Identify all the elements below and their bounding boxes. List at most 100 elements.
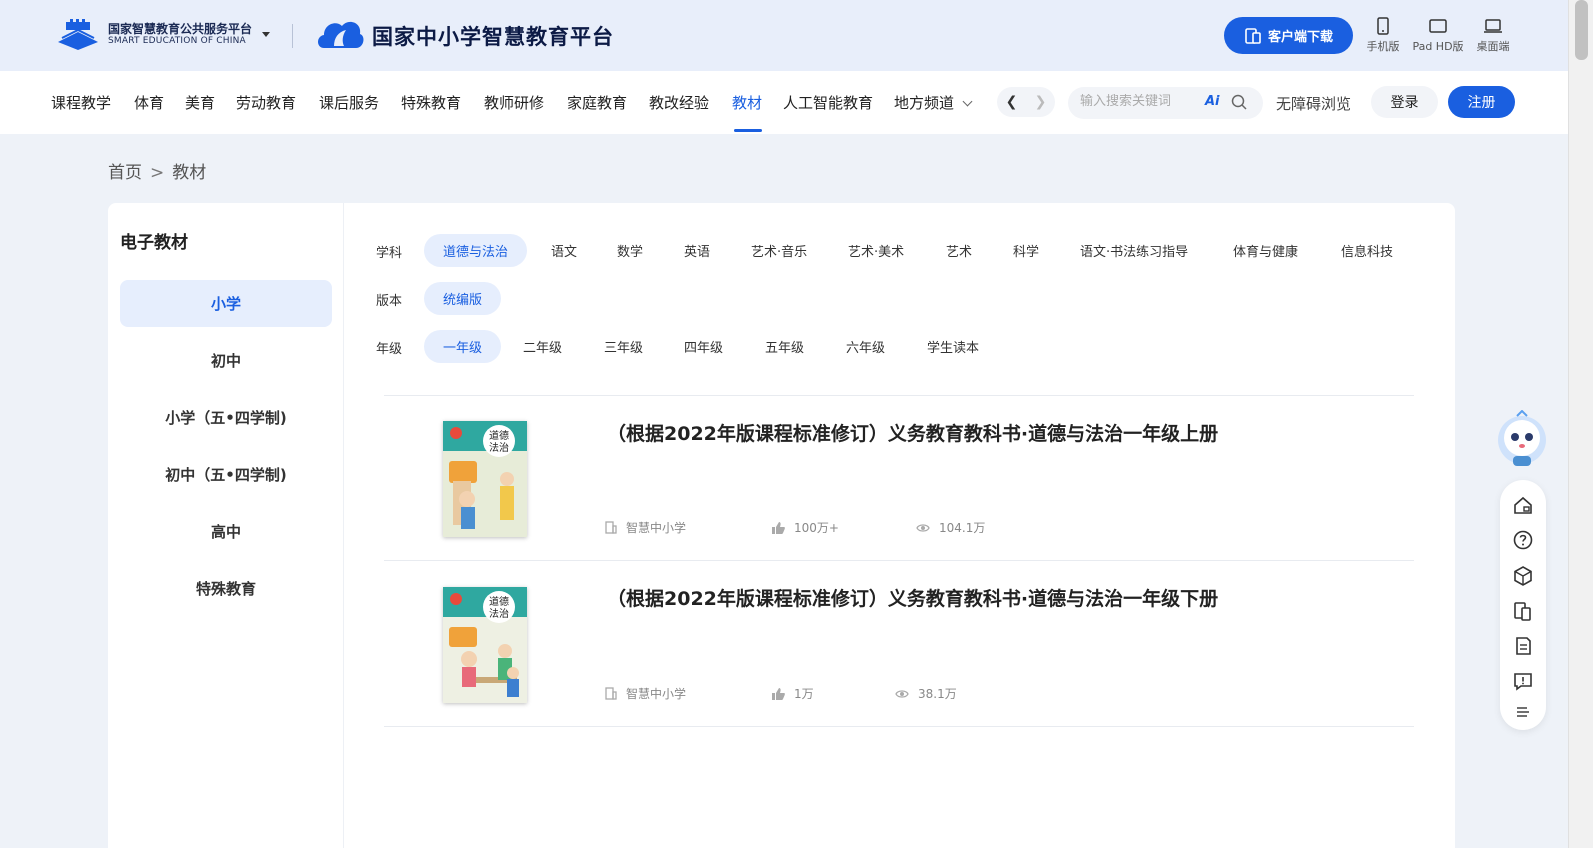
pad-version-link[interactable]: Pad HD版 [1408,17,1468,54]
nav-item-after-school[interactable]: 课后服务 [319,92,379,113]
subject-chip[interactable]: 道德与法治 [424,234,528,267]
book-title[interactable]: （根据2022年版课程标准修订）义务教育教科书·道德与法治一年级下册 [607,584,1218,611]
nav-item-reform-experience[interactable]: 教改经验 [649,92,709,113]
document-icon[interactable] [1512,635,1534,657]
desktop-version-link[interactable]: 桌面端 [1463,17,1523,54]
subject-chip[interactable]: 语文 [532,234,596,267]
list-divider [384,726,1414,727]
book-likes-count: 100万+ [794,521,839,535]
floating-toolbar [1500,480,1546,730]
nav-item-special-education[interactable]: 特殊教育 [401,92,461,113]
grade-chip[interactable]: 二年级 [504,330,581,363]
nav-active-indicator [734,129,762,132]
book-views-count: 38.1万 [918,687,957,701]
nav-item-local-channels[interactable]: 地方频道 [894,92,954,113]
ai-search-icon[interactable]: Ai [1205,94,1220,109]
register-button[interactable]: 注册 [1448,86,1515,118]
grade-chip[interactable]: 一年级 [424,330,502,363]
subject-filter-label: 学科 [376,246,403,261]
book-publisher: 智慧中小学 [605,685,686,702]
book-title[interactable]: （根据2022年版课程标准修订）义务教育教科书·道德与法治一年级上册 [607,419,1218,446]
client-download-button[interactable]: 客户端下载 [1224,17,1353,54]
cube-icon[interactable] [1512,565,1534,587]
cover-title-bottom: 法治 [489,441,509,454]
scrollbar-thumb[interactable] [1575,0,1588,60]
devices-icon[interactable] [1512,600,1534,622]
thumbs-up-icon [772,521,785,534]
home-icon[interactable] [1512,494,1534,516]
login-button[interactable]: 登录 [1371,86,1438,118]
sidebar-item-primary-54[interactable]: 小学（五•四学制) [120,394,332,441]
nav-item-teacher-training[interactable]: 教师研修 [484,92,544,113]
building-icon [605,521,617,534]
sidebar-title: 电子教材 [120,233,188,253]
nav-item-ai-education[interactable]: 人工智能教育 [783,92,873,113]
book-likes: 1万 [772,685,814,702]
subject-chip[interactable]: 艺术 [927,234,991,267]
search-input[interactable] [1080,94,1205,109]
mobile-version-link[interactable]: 手机版 [1353,17,1413,54]
page-scrollbar[interactable] [1568,0,1593,848]
main-nav: 课程教学 体育 美育 劳动教育 课后服务 特殊教育 教师研修 家庭教育 教改经验… [0,71,1568,134]
pad-version-label: Pad HD版 [1412,40,1464,53]
nav-item-labor[interactable]: 劳动教育 [236,92,296,113]
book-cover-image: 道德 法治 [443,587,527,703]
desktop-version-label: 桌面端 [1476,40,1510,53]
collapse-menu-icon[interactable] [1512,704,1534,720]
help-icon[interactable] [1512,529,1534,551]
portal-brand[interactable]: 国家智慧教育公共服务平台 SMART EDUCATION OF CHINA [54,18,252,52]
sidebar-item-senior[interactable]: 高中 [120,508,332,555]
search-icon[interactable] [1231,94,1248,111]
subject-chip[interactable]: 信息科技 [1322,234,1412,267]
breadcrumb-current: 教材 [172,163,207,183]
grade-chip[interactable]: 六年级 [827,330,904,363]
tablet-icon [1429,19,1447,33]
portal-dropdown-icon[interactable] [262,32,270,37]
subject-chip[interactable]: 科学 [994,234,1058,267]
platform-name: 国家中小学智慧教育平台 [372,24,614,49]
book-cover[interactable]: 道德 法治 [443,587,527,703]
book-publisher-label: 智慧中小学 [626,521,687,535]
sidebar-item-primary[interactable]: 小学 [120,280,332,327]
breadcrumb-home[interactable]: 首页 [108,163,142,183]
grade-chip[interactable]: 五年级 [746,330,823,363]
accessibility-link[interactable]: 无障碍浏览 [1276,93,1351,114]
list-divider [384,560,1414,561]
subject-chip[interactable]: 艺术·美术 [829,234,923,267]
chevron-right-icon[interactable]: ❯ [1035,94,1047,110]
grade-chip[interactable]: 学生读本 [908,330,998,363]
chevron-down-icon[interactable] [962,96,973,107]
download-device-icon [1245,27,1261,44]
nav-item-family-education[interactable]: 家庭教育 [567,92,627,113]
book-cover[interactable]: 道德 法治 [443,421,527,537]
book-likes-count: 1万 [794,687,814,701]
chevron-left-icon[interactable]: ❮ [1006,94,1018,110]
nav-item-arts[interactable]: 美育 [185,92,215,113]
eye-icon [895,689,909,698]
building-icon [605,687,617,700]
assistant-mascot-icon[interactable] [1495,410,1549,468]
nav-item-textbooks[interactable]: 教材 [732,92,762,113]
top-header: 国家智慧教育公共服务平台 SMART EDUCATION OF CHINA 国家… [0,0,1568,71]
nav-item-courses[interactable]: 课程教学 [51,92,111,113]
grade-filter-label: 年级 [376,342,403,357]
book-views: 104.1万 [916,519,985,536]
grade-chip[interactable]: 三年级 [585,330,662,363]
subject-chip[interactable]: 英语 [665,234,729,267]
list-divider [384,395,1414,396]
feedback-icon[interactable] [1512,670,1534,692]
platform-brand[interactable]: 国家中小学智慧教育平台 [314,14,614,58]
subject-chip[interactable]: 语文·书法练习指导 [1061,234,1207,267]
mobile-version-label: 手机版 [1366,40,1400,53]
sidebar-item-junior-54[interactable]: 初中（五•四学制) [120,451,332,498]
sidebar-item-special[interactable]: 特殊教育 [120,565,332,612]
cover-title-top: 道德 [489,595,509,608]
sidebar-item-junior[interactable]: 初中 [120,337,332,384]
cover-title-top: 道德 [489,429,509,442]
subject-chip[interactable]: 数学 [598,234,662,267]
subject-chip[interactable]: 艺术·音乐 [732,234,826,267]
nav-item-pe[interactable]: 体育 [134,92,164,113]
subject-chip[interactable]: 体育与健康 [1214,234,1317,267]
grade-chip[interactable]: 四年级 [665,330,742,363]
edition-chip[interactable]: 统编版 [424,282,502,315]
